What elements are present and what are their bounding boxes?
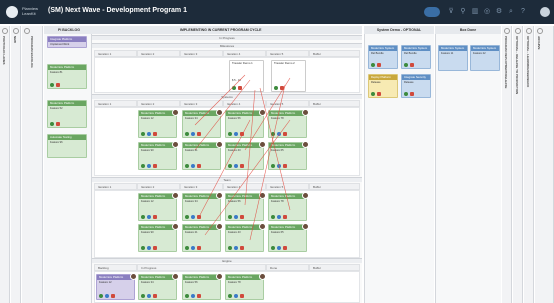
dependency-line <box>259 87 291 211</box>
dependency-links <box>194 74 291 241</box>
dependency-line <box>194 79 251 151</box>
dependency-line <box>204 119 291 236</box>
dependency-line <box>249 84 286 241</box>
dependency-line <box>194 74 246 126</box>
dependency-line <box>244 77 291 151</box>
